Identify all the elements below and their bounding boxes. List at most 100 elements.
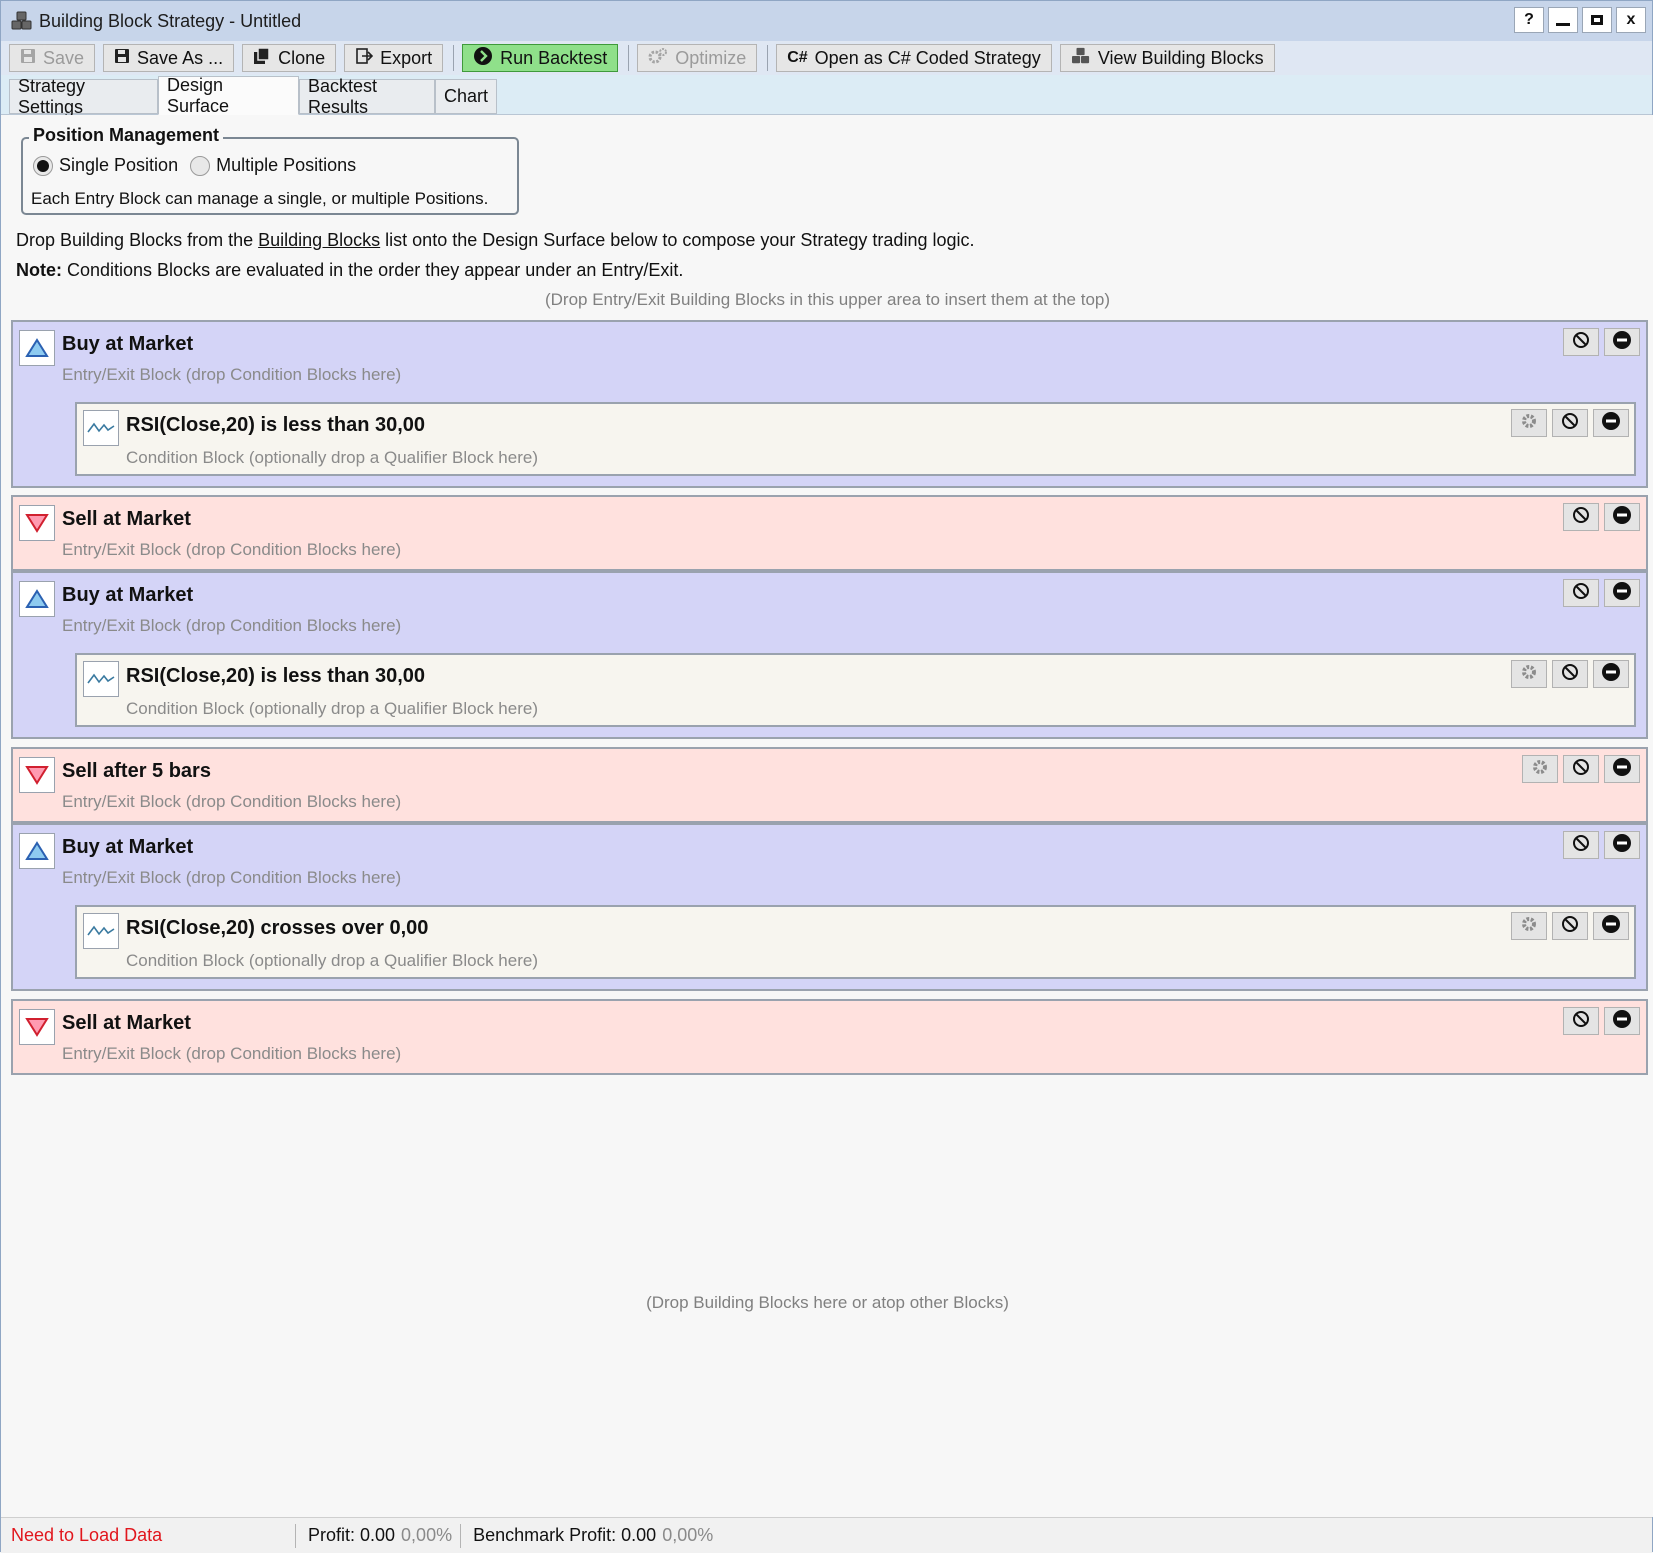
ban-icon [1561, 663, 1579, 686]
block-subtitle: Entry/Exit Block (drop Condition Blocks … [62, 365, 402, 384]
optimize-button[interactable]: Optimize [637, 44, 758, 72]
ban-icon [1572, 758, 1590, 781]
save-button[interactable]: Save [9, 44, 96, 72]
minus-circle-icon [1612, 505, 1632, 530]
multiple-positions-label[interactable]: Multiple Positions [216, 155, 356, 176]
remove-block-button[interactable] [1604, 1007, 1640, 1035]
disable-condition-button[interactable] [1552, 660, 1588, 688]
run-backtest-button[interactable]: Run Backtest [462, 44, 619, 72]
ban-icon [1572, 506, 1590, 529]
minus-circle-icon [1601, 914, 1621, 939]
buy-triangle-icon [19, 833, 55, 869]
buy-triangle-icon [19, 581, 55, 617]
minus-circle-icon [1601, 411, 1621, 436]
toolbar: Save Save As ... Clone Export Run Backte… [1, 41, 1652, 75]
disable-block-button[interactable] [1563, 503, 1599, 531]
condition-block[interactable]: RSI(Close,20) is less than 30,00 Conditi… [75, 653, 1636, 727]
indicator-wave-icon [83, 410, 119, 446]
gear-icon [1520, 663, 1538, 686]
open-csharp-button[interactable]: C# Open as C# Coded Strategy [776, 44, 1052, 72]
clone-label: Clone [278, 47, 326, 68]
condition-block[interactable]: RSI(Close,20) is less than 30,00 Conditi… [75, 402, 1636, 476]
remove-block-button[interactable] [1604, 579, 1640, 607]
remove-condition-button[interactable] [1593, 409, 1629, 437]
tab-design-surface[interactable]: Design Surface [158, 75, 299, 116]
benchmark-profit-percent: 0,00% [662, 1525, 714, 1545]
instructions-text-end: list onto the Design Surface below to co… [380, 230, 975, 250]
save-label: Save [43, 47, 85, 68]
note-line: Note: Conditions Blocks are evaluated in… [16, 260, 683, 281]
entry-block[interactable]: Buy at Market Entry/Exit Block (drop Con… [11, 320, 1648, 488]
app-window: Building Block Strategy - Untitled ? x S… [0, 0, 1653, 1553]
window-title: Building Block Strategy - Untitled [39, 10, 302, 31]
disable-condition-button[interactable] [1552, 912, 1588, 940]
tab-chart[interactable]: Chart [435, 79, 497, 114]
status-separator [460, 1523, 462, 1548]
instructions-text: Drop Building Blocks from the [16, 230, 259, 250]
csharp-icon: C# [787, 49, 808, 66]
settings-button[interactable] [1522, 755, 1558, 783]
design-surface[interactable]: Position Management Single Position Mult… [1, 115, 1653, 1517]
block-title: Sell after 5 bars [62, 760, 211, 782]
settings-button[interactable] [1511, 409, 1547, 437]
remove-block-button[interactable] [1604, 831, 1640, 859]
save-as-button[interactable]: Save As ... [103, 44, 235, 72]
disable-block-button[interactable] [1563, 755, 1599, 783]
disable-condition-button[interactable] [1552, 409, 1588, 437]
condition-title: RSI(Close,20) is less than 30,00 [126, 414, 426, 436]
toolbar-separator [453, 45, 455, 71]
entry-block[interactable]: Buy at Market Entry/Exit Block (drop Con… [11, 823, 1648, 991]
clone-button[interactable]: Clone [242, 44, 337, 72]
single-position-label[interactable]: Single Position [59, 155, 178, 176]
buy-triangle-icon [19, 330, 55, 366]
settings-button[interactable] [1511, 912, 1547, 940]
remove-block-button[interactable] [1604, 328, 1640, 356]
block-title: Sell at Market [62, 508, 191, 530]
run-backtest-label: Run Backtest [500, 47, 608, 68]
remove-block-button[interactable] [1604, 755, 1640, 783]
status-separator [295, 1523, 296, 1548]
block-subtitle: Entry/Exit Block (drop Condition Blocks … [62, 540, 402, 559]
maximize-button[interactable] [1582, 7, 1612, 33]
remove-condition-button[interactable] [1593, 912, 1629, 940]
copy-icon [253, 46, 271, 70]
sell-triangle-icon [19, 757, 55, 793]
ban-icon [1572, 1010, 1590, 1033]
toolbar-separator [628, 45, 630, 71]
remove-condition-button[interactable] [1593, 660, 1629, 688]
instructions-line: Drop Building Blocks from the Building B… [16, 230, 975, 251]
tab-backtest-results[interactable]: Backtest Results [299, 76, 435, 117]
remove-block-button[interactable] [1604, 503, 1640, 531]
multiple-positions-radio[interactable] [190, 155, 211, 176]
disable-block-button[interactable] [1563, 831, 1599, 859]
building-blocks-link[interactable]: Building Blocks [258, 230, 380, 250]
condition-subtitle: Condition Block (optionally drop a Quali… [126, 448, 538, 467]
condition-block[interactable]: RSI(Close,20) crosses over 0,00 Conditio… [75, 905, 1636, 979]
disable-block-button[interactable] [1563, 328, 1599, 356]
settings-button[interactable] [1511, 660, 1547, 688]
load-data-status[interactable]: Need to Load Data [1, 1525, 287, 1546]
disable-block-button[interactable] [1563, 1007, 1599, 1035]
help-button[interactable]: ? [1514, 7, 1544, 33]
exit-block[interactable]: Sell after 5 bars Entry/Exit Block (drop… [11, 747, 1648, 823]
profit-value: Profit: 0.00 [308, 1525, 396, 1545]
close-button[interactable]: x [1616, 7, 1646, 33]
single-position-radio[interactable] [33, 155, 53, 176]
tab-strategy-settings[interactable]: Strategy Settings [9, 76, 158, 117]
sell-triangle-icon [19, 505, 55, 541]
gears-icon [648, 47, 668, 70]
play-circle-icon [473, 46, 493, 71]
block-title: Buy at Market [62, 333, 194, 355]
view-building-blocks-button[interactable]: View Building Blocks [1059, 44, 1275, 72]
window-controls: ? x [1514, 7, 1646, 33]
exit-block[interactable]: Sell at Market Entry/Exit Block (drop Co… [11, 495, 1648, 571]
condition-subtitle: Condition Block (optionally drop a Quali… [126, 699, 538, 718]
gear-icon [1520, 412, 1538, 435]
minus-circle-icon [1601, 662, 1621, 687]
exit-block[interactable]: Sell at Market Entry/Exit Block (drop Co… [11, 999, 1648, 1075]
export-label: Export [380, 47, 433, 68]
minimize-button[interactable] [1548, 7, 1578, 33]
export-button[interactable]: Export [344, 44, 444, 72]
entry-block[interactable]: Buy at Market Entry/Exit Block (drop Con… [11, 571, 1648, 739]
disable-block-button[interactable] [1563, 579, 1599, 607]
